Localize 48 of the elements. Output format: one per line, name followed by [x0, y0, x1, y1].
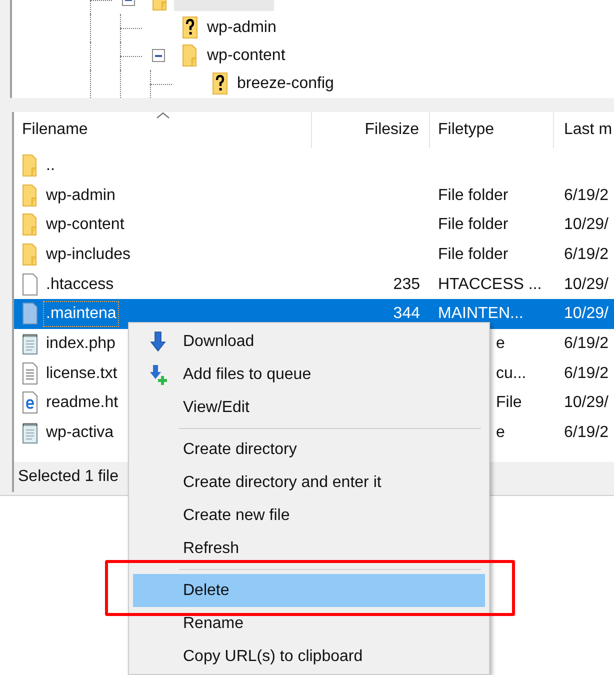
table-cell: 10/29/: [564, 216, 608, 234]
status-text: Selected 1 file: [18, 467, 119, 487]
file-name[interactable]: .htaccess: [44, 272, 116, 297]
menu-item[interactable]: Download: [133, 325, 485, 358]
menu-item[interactable]: Refresh: [133, 532, 485, 565]
column-header[interactable]: Filetype: [430, 112, 554, 148]
table-cell: File folder: [438, 186, 508, 204]
tree-item[interactable]: breeze-config: [234, 73, 337, 95]
file-name[interactable]: wp-content: [44, 213, 126, 238]
table-cell: 6/19/2: [564, 424, 608, 442]
table-cell: File folder: [438, 246, 508, 263]
column-header[interactable]: Filename: [14, 112, 312, 148]
file-name[interactable]: wp-admin: [44, 184, 118, 208]
table-cell: HTACCESS ...: [438, 276, 542, 293]
table-cell: 10/29/: [564, 305, 608, 322]
menu-item[interactable]: Create new file: [133, 499, 485, 532]
table-cell: 6/19/2: [564, 186, 608, 204]
file-name[interactable]: index.php: [44, 332, 118, 356]
table-cell: e: [496, 334, 505, 352]
tree-item[interactable]: wp-content: [204, 45, 288, 67]
table-cell: 10/29/: [564, 394, 608, 412]
menu-item[interactable]: Rename: [133, 607, 485, 640]
table-cell: 6/19/2: [564, 334, 608, 352]
menu-item[interactable]: Create directory: [133, 433, 485, 466]
table-cell-text: 344: [393, 304, 420, 324]
tree-item[interactable]: wp-admin: [204, 17, 280, 39]
table-cell: 6/19/2: [564, 246, 608, 263]
menu-item[interactable]: Add files to queue: [133, 358, 485, 391]
column-header[interactable]: Filesize: [312, 112, 430, 148]
table-cell: File: [496, 394, 522, 412]
table-cell: 10/29/: [564, 276, 608, 293]
menu-item[interactable]: View/Edit: [133, 391, 485, 424]
file-name[interactable]: ..: [44, 154, 57, 178]
file-name[interactable]: .maintena: [44, 302, 118, 326]
table-cell: 6/19/2: [564, 364, 608, 382]
file-name[interactable]: wp-activa: [44, 421, 116, 446]
table-cell: e: [496, 424, 505, 442]
menu-item[interactable]: Copy URL(s) to clipboard: [133, 640, 485, 673]
table-cell: File folder: [438, 216, 508, 234]
file-name[interactable]: license.txt: [44, 362, 120, 386]
file-name[interactable]: readme.ht: [44, 391, 120, 416]
menu-item[interactable]: Create directory and enter it: [133, 466, 485, 499]
table-cell-text: 235: [393, 274, 420, 295]
column-header[interactable]: Last m: [554, 112, 614, 148]
file-name[interactable]: wp-includes: [44, 242, 132, 267]
table-cell: MAINTEN...: [438, 305, 524, 322]
table-cell: cu...: [496, 364, 526, 382]
menu-item[interactable]: Delete: [133, 574, 485, 607]
